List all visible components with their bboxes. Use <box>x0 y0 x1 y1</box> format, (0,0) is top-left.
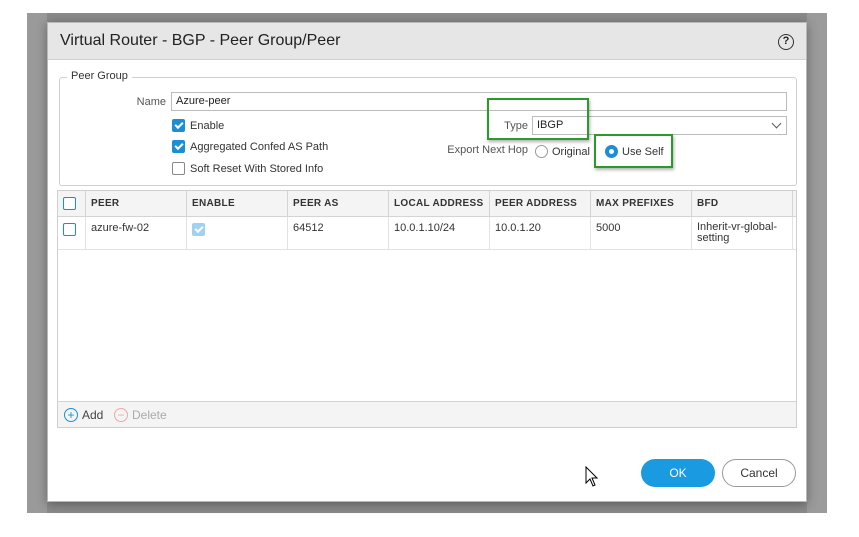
aggregated-label: Aggregated Confed AS Path <box>190 140 329 153</box>
table-header: PEER ENABLE PEER AS LOCAL ADDRESS PEER A… <box>58 191 796 217</box>
export-next-hop-label: Export Next Hop <box>447 144 528 156</box>
name-input[interactable]: Azure-peer <box>171 92 787 111</box>
max-prefixes-cell: 5000 <box>591 217 692 250</box>
add-button[interactable]: + Add <box>64 408 103 422</box>
local-address-cell: 10.0.1.10/24 <box>389 217 490 250</box>
minus-circle-icon: − <box>114 408 128 422</box>
delete-label: Delete <box>132 408 167 422</box>
enable-label: Enable <box>190 119 225 132</box>
name-label: Name <box>136 96 166 108</box>
peer-as-cell: 64512 <box>288 217 389 250</box>
add-label: Add <box>82 408 104 422</box>
peer-name-cell[interactable]: azure-fw-02 <box>86 217 187 250</box>
row-select-cell <box>58 217 86 250</box>
table-footer: + Add − Delete <box>58 401 796 427</box>
column-enable[interactable]: ENABLE <box>187 191 288 217</box>
checkbox-checked-icon <box>172 140 185 153</box>
enable-checkbox[interactable]: Enable <box>172 119 224 132</box>
dialog-title: Virtual Router - BGP - Peer Group/Peer <box>60 32 341 49</box>
ok-button[interactable]: OK <box>641 459 715 487</box>
bfd-cell: Inherit-vr-global-setting <box>692 217 793 250</box>
peer-address-cell: 10.0.1.20 <box>490 217 591 250</box>
use-self-highlight <box>594 134 673 168</box>
select-all-header <box>58 191 86 217</box>
soft-reset-checkbox[interactable]: Soft Reset With Stored Info <box>172 162 323 175</box>
radio-original-label: Original <box>552 145 590 158</box>
dialog-header: Virtual Router - BGP - Peer Group/Peer ? <box>48 23 806 60</box>
aggregated-confed-checkbox[interactable]: Aggregated Confed AS Path <box>172 140 328 153</box>
table-row[interactable]: azure-fw-02 64512 10.0.1.10/24 10.0.1.20… <box>58 217 796 250</box>
soft-reset-label: Soft Reset With Stored Info <box>190 162 324 175</box>
select-all-checkbox[interactable] <box>63 197 76 210</box>
chevron-down-icon <box>771 118 782 129</box>
column-local-address[interactable]: LOCAL ADDRESS <box>389 191 490 217</box>
background-nav <box>27 13 47 513</box>
cancel-button[interactable]: Cancel <box>722 459 796 487</box>
delete-button[interactable]: − Delete <box>114 408 167 422</box>
column-bfd[interactable]: BFD <box>692 191 793 217</box>
mouse-cursor-icon <box>585 466 599 487</box>
peer-group-legend: Peer Group <box>67 70 132 82</box>
column-peer-address[interactable]: PEER ADDRESS <box>490 191 591 217</box>
checkbox-checked-icon <box>172 119 185 132</box>
radio-unselected-icon <box>535 145 548 158</box>
peers-table: PEER ENABLE PEER AS LOCAL ADDRESS PEER A… <box>57 190 797 428</box>
checkbox-unchecked-icon <box>172 162 185 175</box>
type-highlight <box>487 98 589 140</box>
background-right-strip <box>807 13 827 513</box>
column-max-prefixes[interactable]: MAX PREFIXES <box>591 191 692 217</box>
column-peer-as[interactable]: PEER AS <box>288 191 389 217</box>
checkbox-checked-icon <box>192 223 205 236</box>
enable-cell <box>187 217 288 250</box>
column-peer[interactable]: PEER <box>86 191 187 217</box>
plus-circle-icon: + <box>64 408 78 422</box>
row-select-checkbox[interactable] <box>63 223 76 236</box>
question-circle-icon[interactable]: ? <box>778 34 794 50</box>
radio-original[interactable]: Original <box>535 145 590 158</box>
